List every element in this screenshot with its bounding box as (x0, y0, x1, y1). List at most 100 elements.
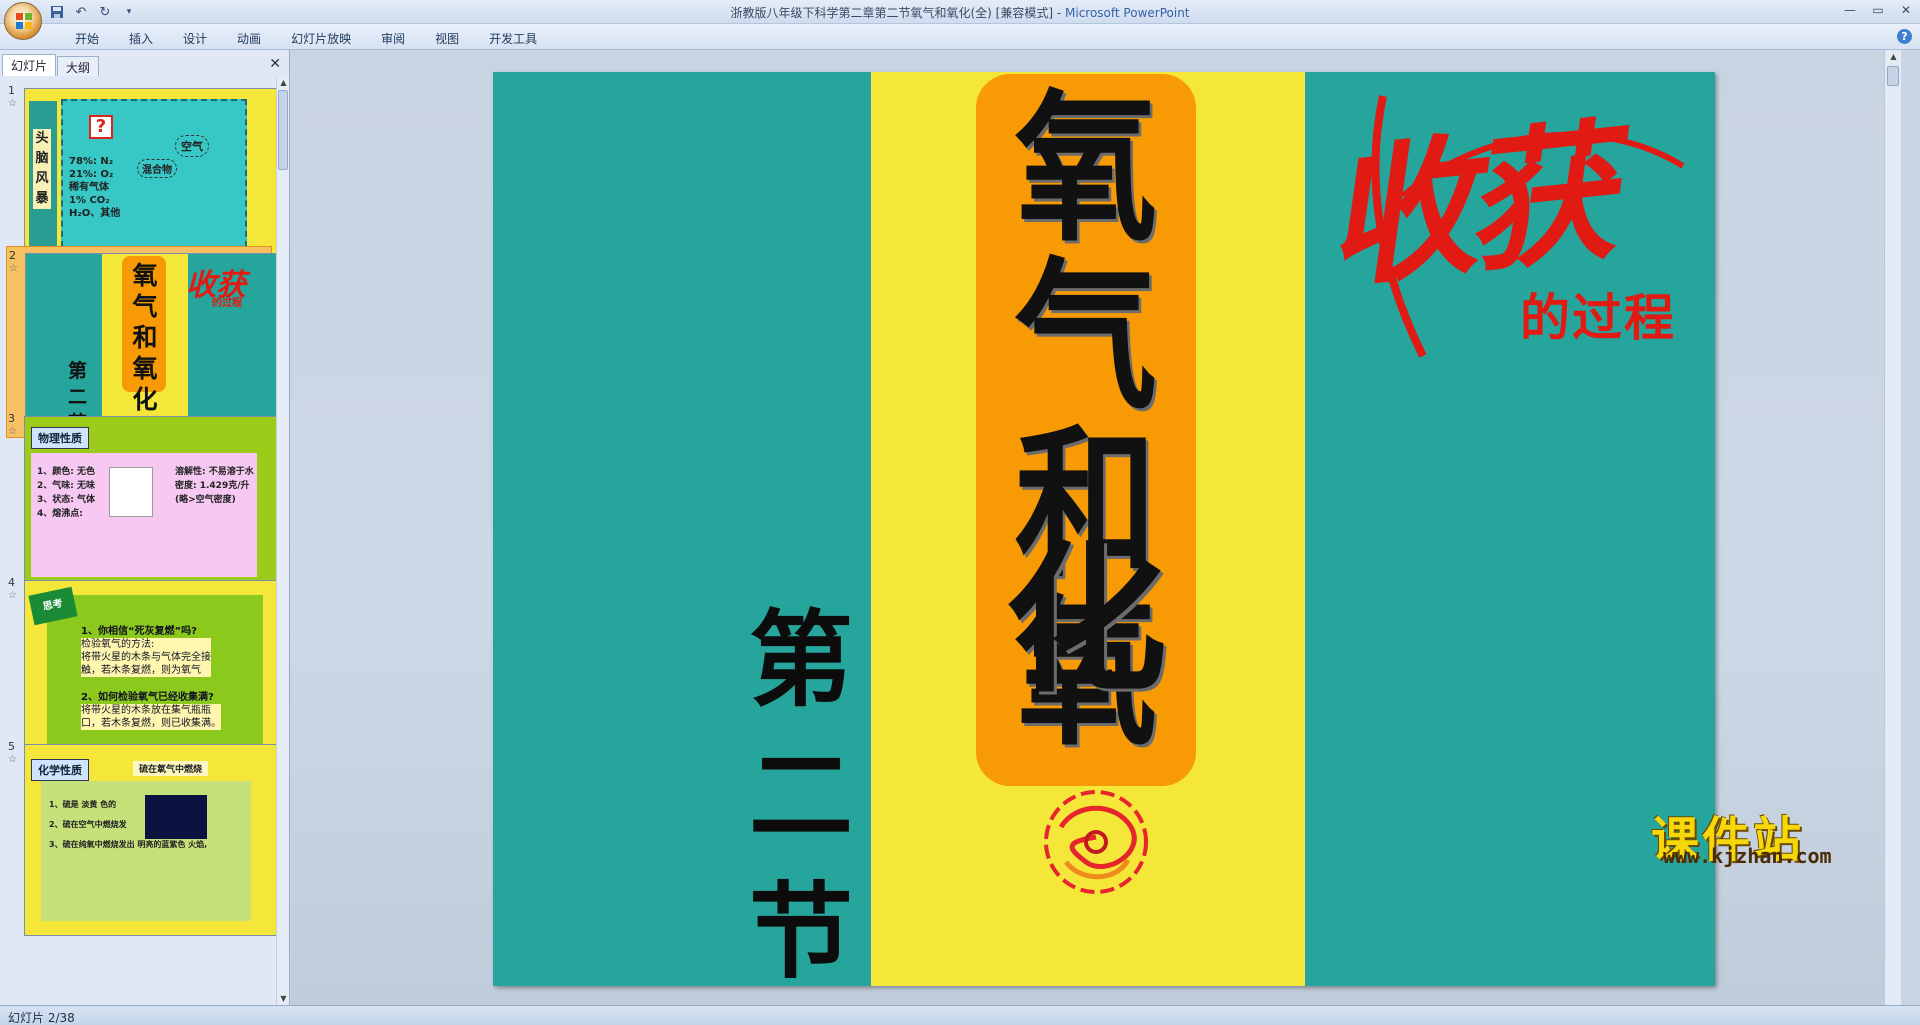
thumb-line: 4、熔沸点: (37, 509, 83, 519)
slide-number: 1 (8, 84, 15, 97)
thumb-right-text: 溶解性: 不易溶于水 密度: 1.429克/升 (略>空气密度) (175, 465, 254, 507)
tab-developer[interactable]: 开发工具 (474, 28, 552, 49)
title-char: 化 (1005, 527, 1167, 715)
thumb-line: H₂O、其他 (69, 208, 121, 219)
thumb-line: 稀有气体 (69, 182, 109, 193)
title-bar: ↶ ↻ ▾ 浙教版八年级下科学第二章第二节氧气和氧化(全) [兼容模式] - M… (0, 0, 1920, 40)
section-char: 第 (748, 599, 853, 721)
thumb-title: 氧气和氧化 (132, 261, 158, 414)
watermark-url: www.kjzhan.com (1663, 844, 1832, 868)
save-icon[interactable] (48, 3, 66, 21)
thumb-line: 口，若木条复燃，则已收集满。 (81, 717, 221, 730)
thumb-harvest-sub: 的过程 (212, 298, 242, 309)
thumb-line: 将带火星的木条放在集气瓶瓶 (81, 704, 221, 717)
tab-outline[interactable]: 大纲 (57, 56, 100, 76)
animation-star-icon: ☆ (8, 426, 17, 437)
scroll-up-icon[interactable]: ▲ (278, 78, 289, 89)
slides-pane: 幻灯片 大纲 ✕ 1 ☆ 头脑风暴 ? 78%: N₂ 21%: O₂ 稀有气体… (0, 50, 290, 1005)
animation-star-icon: ☆ (8, 590, 17, 601)
office-logo-icon (16, 13, 32, 29)
harvest-subtitle: 的过程 (1520, 289, 1676, 347)
harvest-graphic[interactable]: 收获 的过程 (1313, 86, 1713, 376)
tab-animations[interactable]: 动画 (222, 28, 276, 49)
thumb-line: 78%: N₂ (69, 156, 114, 167)
thumb-label: 头脑风暴 (33, 129, 51, 209)
animation-star-icon: ☆ (9, 263, 18, 274)
animation-star-icon: ☆ (8, 98, 17, 109)
slide-thumbnail-5[interactable]: 5 ☆ 化学性质 硫在氧气中燃烧 1、硫是 淡黄 色的 2、硫在空气中燃烧发 3… (6, 738, 276, 936)
slide-title-last: 化 (976, 537, 1196, 705)
help-icon[interactable]: ? (1897, 29, 1912, 44)
thumbnail-scrollbar[interactable]: ▲ ▼ (276, 78, 289, 1005)
redo-icon[interactable]: ↻ (96, 3, 114, 21)
section-char: 二 (748, 735, 853, 857)
slide-number: 4 (8, 576, 15, 589)
thumb-line: 2、如何检验氧气已经收集满? (81, 692, 214, 703)
scroll-up-icon[interactable]: ▲ (1888, 52, 1899, 63)
thumb-line: 触，若木条复燃，则为氧气 (81, 664, 211, 677)
tab-insert[interactable]: 插入 (114, 28, 168, 49)
maximize-icon[interactable]: ▭ (1864, 0, 1892, 20)
thumb-question: 2、如何检验氧气已经收集满? 将带火星的木条放在集气瓶瓶 口，若木条复燃，则已收… (81, 691, 221, 730)
customize-icon[interactable]: ▾ (120, 3, 138, 21)
scroll-down-icon[interactable]: ▼ (278, 994, 289, 1005)
animation-star-icon: ☆ (8, 754, 17, 765)
thumb-line: 1、颜色: 无色 (37, 467, 95, 477)
quick-access-toolbar: ↶ ↻ ▾ (48, 3, 138, 21)
ribbon: 开始 插入 设计 动画 幻灯片放映 审阅 视图 开发工具 ? (0, 24, 1920, 50)
thumb-line: 2、气味: 无味 (37, 481, 95, 491)
thumb-line: 检验氧气的方法: (81, 638, 211, 651)
tab-slideshow[interactable]: 幻灯片放映 (276, 28, 366, 49)
slide-number: 5 (8, 740, 15, 753)
tab-slides[interactable]: 幻灯片 (2, 54, 57, 76)
question-mark-icon: ? (89, 115, 113, 139)
slide-counter: 幻灯片 2/38 (8, 1011, 75, 1025)
pane-tabs: 幻灯片 大纲 (2, 54, 100, 76)
thumb-line: 1% CO₂ (69, 195, 110, 206)
thumb-text: 78%: N₂ 21%: O₂ 稀有气体 1% CO₂ H₂O、其他 (69, 155, 120, 220)
thumb-header: 物理性质 (31, 427, 89, 449)
section-label[interactable]: 第 二 节 (741, 592, 861, 986)
decorative-seal-icon (1044, 790, 1148, 894)
thumb-side-label: 混合物 (137, 159, 177, 178)
tab-review[interactable]: 审阅 (366, 28, 420, 49)
slide-number: 3 (8, 412, 15, 425)
close-icon[interactable]: ✕ (1892, 0, 1920, 20)
thumb-line: 21%: O₂ (69, 169, 114, 180)
slide-number: 2 (9, 249, 16, 262)
thumb-subheader: 硫在氧气中燃烧 (133, 761, 209, 776)
thumb-line: 溶解性: 不易溶于水 (175, 467, 254, 477)
section-char: 节 (748, 871, 853, 986)
thumb-line: 1、你相信“死灰复燃”吗? (81, 626, 197, 637)
scroll-thumb[interactable] (1887, 66, 1899, 86)
slide-preview: 化学性质 硫在氧气中燃烧 1、硫是 淡黄 色的 2、硫在空气中燃烧发 3、硫在纯… (24, 744, 276, 936)
office-button[interactable] (4, 2, 42, 40)
app-name: Microsoft PowerPoint (1065, 6, 1190, 20)
window-title: 浙教版八年级下科学第二章第二节氧气和氧化(全) [兼容模式] - Microso… (0, 4, 1920, 21)
title-char: 气 (1014, 244, 1158, 432)
scroll-thumb[interactable] (278, 90, 288, 170)
editor-scrollbar[interactable]: ▲ (1884, 50, 1901, 1005)
site-watermark: 课件站 www.kjzhan.com (1651, 800, 1851, 870)
status-bar: 幻灯片 2/38 (0, 1005, 1920, 1025)
thumb-header: 化学性质 (31, 759, 89, 781)
window-controls: — ▭ ✕ (1836, 0, 1920, 20)
minimize-icon[interactable]: — (1836, 0, 1864, 20)
tab-design[interactable]: 设计 (168, 28, 222, 49)
document-name: 浙教版八年级下科学第二章第二节氧气和氧化(全) [兼容模式] - (730, 6, 1065, 20)
thumb-line: 将带火星的木条与气体完全接 (81, 651, 211, 664)
undo-icon[interactable]: ↶ (72, 3, 90, 21)
slide-editor: 氧 气 和 氧 化 第 二 节 收获 的过程 课件站 www.kjzhan.co… (291, 50, 1901, 1005)
tab-home[interactable]: 开始 (60, 28, 114, 49)
thumb-question: 1、你相信“死灰复燃”吗? 检验氧气的方法: 将带火星的木条与气体完全接 触，若… (81, 625, 211, 677)
tab-view[interactable]: 视图 (420, 28, 474, 49)
close-pane-icon[interactable]: ✕ (269, 56, 281, 72)
thumb-side-label: 空气 (175, 135, 209, 157)
thumbnail-list: 1 ☆ 头脑风暴 ? 78%: N₂ 21%: O₂ 稀有气体 1% CO₂ H… (0, 78, 276, 1005)
current-slide[interactable]: 氧 气 和 氧 化 第 二 节 收获 的过程 (493, 72, 1715, 986)
ribbon-tabs: 开始 插入 设计 动画 幻灯片放映 审阅 视图 开发工具 (60, 28, 552, 49)
thumb-line: 3、状态: 气体 (37, 495, 95, 505)
thumb-line: (略>空气密度) (175, 495, 236, 505)
thumb-photo (145, 795, 207, 839)
title-char: 氧 (1014, 76, 1158, 264)
